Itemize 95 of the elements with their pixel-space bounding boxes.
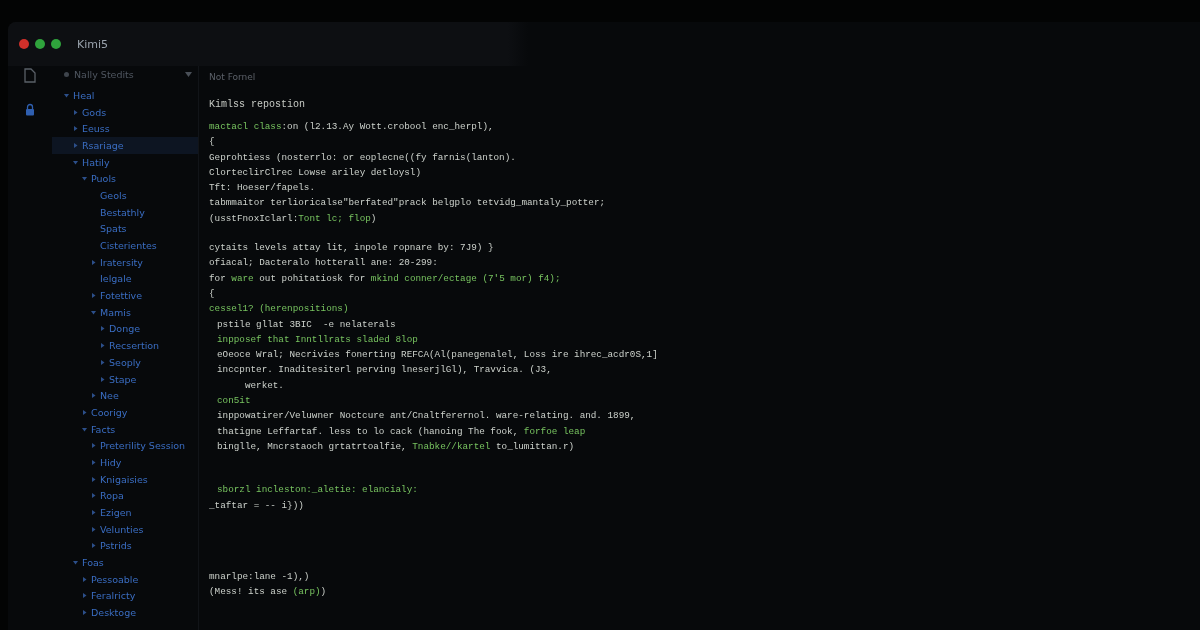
tree-item[interactable]: Pstrids <box>52 537 198 555</box>
tree-item[interactable]: Preterility Session <box>52 437 198 455</box>
caret-right-icon[interactable] <box>91 543 96 549</box>
caret-right-icon[interactable] <box>91 259 96 265</box>
caret-right-icon[interactable] <box>91 493 96 499</box>
tree-item[interactable]: Cisterientes <box>52 237 198 254</box>
tree-item[interactable]: Velunties <box>52 520 198 538</box>
code-line: inccpnter. Inaditesiterl perving lneserjlGl), Travvica. (J3, <box>216 363 553 378</box>
tree-item[interactable]: Facts <box>52 420 198 438</box>
close-button[interactable] <box>19 39 29 49</box>
caret-right-icon[interactable] <box>91 526 96 532</box>
code-line: _taftar = -- i})) <box>209 498 305 513</box>
tree-item[interactable]: Donge <box>52 320 198 338</box>
dot-icon <box>64 71 69 77</box>
caret-down-icon[interactable] <box>73 159 78 165</box>
tree-item[interactable]: Gods <box>52 103 198 121</box>
code-line: for ware out pohitatiosk for mkind conner/ectage (7'5 mor) f4); <box>209 271 562 286</box>
code-line: mnarlpe:lane -1),) <box>209 569 311 584</box>
tree-item[interactable]: Desktoge <box>52 604 198 621</box>
caret-right-icon[interactable] <box>91 510 96 516</box>
tree-item[interactable]: Hidy <box>52 454 198 471</box>
tree-item[interactable]: Iratersity <box>52 253 198 271</box>
tree-item[interactable]: Pessoable <box>52 570 198 588</box>
tree-item[interactable]: Spats <box>52 220 198 238</box>
code-line: eOeoce Wral; Necrivies fonerting REFCA(Al(panegenalel, Loss ire ihrec_acdr0S,1] <box>216 348 659 363</box>
tree-item[interactable]: Rsariage <box>52 137 198 154</box>
caret-right-icon[interactable] <box>91 459 96 465</box>
caret-right-icon[interactable] <box>82 409 87 415</box>
code-line: pstile gllat 3BIC -e nelaterals <box>216 317 397 332</box>
tree-item[interactable]: Recsertion <box>52 337 198 354</box>
caret-right-icon[interactable] <box>82 576 87 582</box>
caret-right-icon[interactable] <box>73 142 78 148</box>
file-heading: Kimlss repostion <box>209 99 306 110</box>
code-line: cessel1? (herenpositions) <box>209 302 350 317</box>
minimize-button[interactable] <box>35 39 45 49</box>
code-line: inpposef that Inntllrats sladed 8lop <box>216 332 419 347</box>
breadcrumb: Not Fornel <box>209 72 257 82</box>
code-line: tabmmaitor terlioricalse"berfated"prack belgplo tetvidg_mantaly_potter; <box>209 196 607 211</box>
tree-item[interactable]: Bestathly <box>52 203 198 221</box>
caret-right-icon[interactable] <box>82 593 87 599</box>
code-line: thatigne Leffartaf. less to lo cack (hanoing The fook, forfoe leap <box>216 424 587 439</box>
document-icon[interactable] <box>24 68 36 83</box>
caret-right-icon[interactable] <box>73 109 78 115</box>
caret-right-icon[interactable] <box>91 393 96 399</box>
tree-item[interactable]: Mamis <box>52 303 198 321</box>
caret-down-icon[interactable] <box>82 426 87 432</box>
tree-item[interactable]: Geols <box>52 187 198 204</box>
code-line: ClorteclirClrec Lowse ariley detloysl) <box>209 165 422 180</box>
tree-item[interactable]: Nee <box>52 387 198 405</box>
tree-item[interactable]: Eeuss <box>52 120 198 138</box>
chevron-down-icon[interactable] <box>185 71 192 77</box>
code-line: Geprohtiess (nosterrlo: or eoplecne((fy farnis(lanton). <box>209 150 517 165</box>
tree-item[interactable]: Seoply <box>52 354 198 371</box>
window-title: Kimi5 <box>77 37 109 51</box>
code-line: cytaits levels attay lit, inpole ropnare by: 7J9) } <box>209 241 495 256</box>
code-line: { <box>209 286 216 301</box>
tree-item[interactable]: Stape <box>52 370 198 388</box>
tree-item[interactable]: Puols <box>52 170 198 188</box>
caret-right-icon[interactable] <box>73 126 78 132</box>
code-line: (Mess! its ase (arp)) <box>209 585 328 600</box>
workspace-name[interactable]: Nally Stedits <box>74 68 180 80</box>
tree-item[interactable]: Foas <box>52 554 198 571</box>
maximize-button[interactable] <box>51 39 61 49</box>
tree-item[interactable]: Ropa <box>52 487 198 505</box>
tree-item[interactable]: Ielgale <box>52 270 198 288</box>
code-line: Tft: Hoeser/fapels. <box>209 181 316 196</box>
lock-icon[interactable] <box>25 103 35 116</box>
code-line: ofiacal; Dacteralo hotterall ane: 20-299: <box>209 256 439 271</box>
code-line: sborzl incleston:_aletie: elancialy: <box>216 483 419 498</box>
tree-item[interactable]: Hatily <box>52 153 198 171</box>
code-line: { <box>209 135 216 150</box>
code-line: con5it <box>216 394 252 409</box>
caret-right-icon[interactable] <box>100 376 105 382</box>
caret-right-icon[interactable] <box>91 293 96 299</box>
caret-down-icon[interactable] <box>82 176 87 182</box>
caret-down-icon[interactable] <box>64 92 69 98</box>
code-line: werket. <box>243 378 285 393</box>
caret-right-icon[interactable] <box>100 359 105 365</box>
code-line: (usstFnoxIclarl:Tont lc; flop) <box>209 211 378 226</box>
caret-right-icon[interactable] <box>91 443 96 449</box>
caret-down-icon[interactable] <box>91 309 96 315</box>
tree-item[interactable]: Feralricty <box>52 587 198 605</box>
tree-item[interactable]: Ezigen <box>52 504 198 521</box>
caret-right-icon[interactable] <box>100 343 105 349</box>
code-line: mactacl class:on (l2.13.Ay Wott.crobool enc_herpl), <box>209 120 495 134</box>
caret-right-icon[interactable] <box>100 326 105 332</box>
tree-item[interactable]: Fotettive <box>52 287 198 304</box>
code-line: inppowatirer/Veluwner Noctcure ant/Cnaltferernol. ware-relating. and. 1899, <box>216 409 637 424</box>
caret-down-icon[interactable] <box>73 560 78 566</box>
code-line: binglle, Mncrstaoch grtatrtoalfie, Tnabke//kartel to_lumittan.r) <box>216 439 576 454</box>
tree-item[interactable]: Knigaisies <box>52 470 198 488</box>
tree-item[interactable]: Coorigy <box>52 404 198 421</box>
caret-right-icon[interactable] <box>82 610 87 616</box>
caret-right-icon[interactable] <box>91 476 96 482</box>
tree-item[interactable]: Heal <box>52 87 198 104</box>
